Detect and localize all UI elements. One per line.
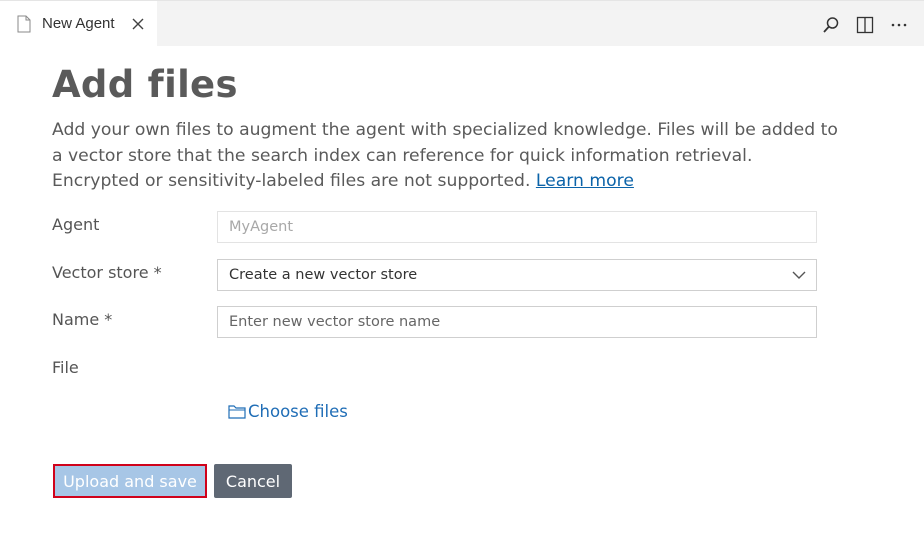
upload-and-save-button[interactable]: Upload and save	[53, 464, 207, 498]
vector-store-label: Vector store *	[52, 263, 162, 282]
file-label: File	[52, 358, 79, 377]
chevron-down-icon	[792, 271, 806, 279]
vector-store-name-input[interactable]	[217, 306, 817, 338]
editor-tab-bar: New Agent	[0, 0, 924, 47]
page-title: Add files	[52, 63, 238, 106]
vector-store-select[interactable]: Create a new vector store	[217, 259, 817, 291]
description-text: Add your own files to augment the agent …	[52, 120, 838, 191]
more-actions-icon[interactable]	[888, 14, 910, 36]
close-icon[interactable]	[131, 17, 145, 31]
page-description: Add your own files to augment the agent …	[52, 118, 842, 195]
search-icon[interactable]	[820, 14, 842, 36]
tab-new-agent[interactable]: New Agent	[0, 1, 157, 47]
agent-field: MyAgent	[217, 211, 817, 243]
folder-icon	[228, 405, 246, 419]
vector-store-value: Create a new vector store	[229, 267, 418, 283]
learn-more-link[interactable]: Learn more	[536, 171, 634, 191]
tab-title: New Agent	[42, 15, 115, 32]
cancel-button[interactable]: Cancel	[214, 464, 292, 498]
editor-actions	[820, 14, 910, 36]
split-editor-icon[interactable]	[854, 14, 876, 36]
choose-files-button[interactable]: Choose files	[228, 402, 348, 421]
name-label: Name *	[52, 310, 113, 329]
agent-label: Agent	[52, 215, 100, 234]
file-icon	[17, 15, 31, 33]
choose-files-label: Choose files	[248, 402, 348, 421]
